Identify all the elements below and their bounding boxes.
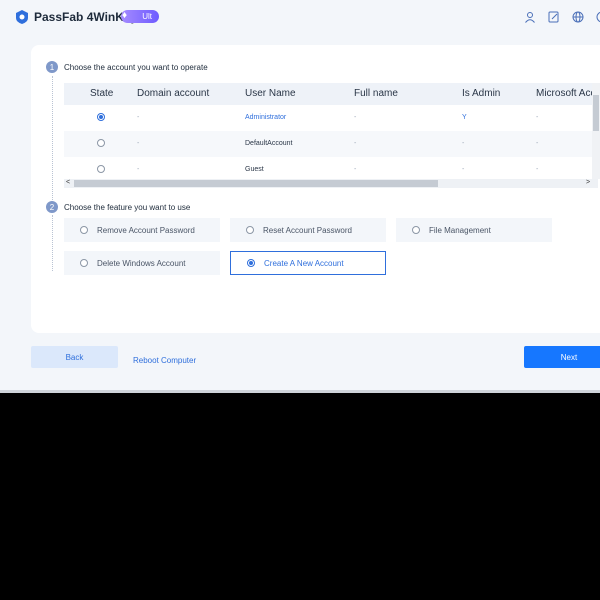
step-2-number: 2: [46, 201, 58, 213]
domain-cell: -: [137, 140, 140, 147]
user-name-cell: DefaultAccount: [245, 140, 293, 147]
back-button[interactable]: Back: [31, 346, 118, 368]
scroll-left-icon[interactable]: <: [66, 179, 70, 186]
vertical-scroll-thumb[interactable]: [593, 95, 599, 131]
next-button[interactable]: Next: [524, 346, 600, 368]
option-radio[interactable]: [246, 226, 254, 234]
domain-cell: -: [137, 166, 140, 173]
title-bar: PassFab 4WinKey Ult ♦: [0, 0, 600, 34]
account-radio[interactable]: [97, 139, 105, 147]
option-radio[interactable]: [80, 259, 88, 267]
option-label: Create A New Account: [264, 258, 344, 268]
option-label: Delete Windows Account: [97, 258, 186, 268]
column-header-domain[interactable]: Domain account: [137, 88, 209, 99]
horizontal-scroll-thumb[interactable]: [74, 180, 438, 187]
full-name-cell: -: [354, 166, 357, 173]
column-header-user-name[interactable]: User Name: [245, 88, 296, 99]
option-delete-windows-account[interactable]: Delete Windows Account: [64, 251, 220, 275]
step-connector: [52, 76, 53, 200]
option-radio[interactable]: [80, 226, 88, 234]
column-header-full-name[interactable]: Full name: [354, 88, 398, 99]
app-window: PassFab 4WinKey Ult ♦ 1 Choose the accou…: [0, 0, 600, 393]
edit-icon[interactable]: [546, 9, 562, 25]
table-row[interactable]: - DefaultAccount - - -: [64, 131, 600, 157]
horizontal-scrollbar[interactable]: < >: [64, 179, 598, 188]
option-reset-account-password[interactable]: Reset Account Password: [230, 218, 386, 242]
step-connector: [52, 215, 53, 271]
column-header-state[interactable]: State: [90, 88, 113, 99]
step-2-label: Choose the feature you want to use: [64, 203, 191, 212]
column-header-is-admin[interactable]: Is Admin: [462, 88, 500, 99]
microsoft-account-cell: -: [536, 166, 539, 173]
option-label: Remove Account Password: [97, 225, 195, 235]
info-icon[interactable]: [594, 9, 600, 25]
table-header: State Domain account User Name Full name…: [64, 83, 600, 105]
globe-icon[interactable]: [570, 9, 586, 25]
microsoft-account-cell: -: [536, 114, 539, 121]
step-1-label: Choose the account you want to operate: [64, 63, 208, 72]
option-file-management[interactable]: File Management: [396, 218, 552, 242]
option-remove-account-password[interactable]: Remove Account Password: [64, 218, 220, 242]
option-label: Reset Account Password: [263, 225, 352, 235]
table-row[interactable]: - Administrator - Y -: [64, 105, 600, 131]
step-1-number: 1: [46, 61, 58, 73]
microsoft-account-cell: -: [536, 140, 539, 147]
diamond-icon: ♦: [122, 10, 128, 21]
domain-cell: -: [137, 114, 140, 121]
user-name-cell: Administrator: [245, 114, 287, 121]
option-label: File Management: [429, 225, 491, 235]
user-icon[interactable]: [522, 9, 538, 25]
reboot-computer-link[interactable]: Reboot Computer: [133, 356, 196, 365]
full-name-cell: -: [354, 114, 357, 121]
is-admin-cell: -: [462, 140, 465, 147]
account-radio[interactable]: [97, 113, 105, 121]
is-admin-cell: -: [462, 166, 465, 173]
is-admin-cell: Y: [462, 114, 467, 121]
account-radio[interactable]: [97, 165, 105, 173]
scroll-right-icon[interactable]: >: [586, 179, 590, 186]
option-radio[interactable]: [247, 259, 255, 267]
option-radio[interactable]: [412, 226, 420, 234]
option-create-new-account[interactable]: Create A New Account: [230, 251, 386, 275]
vertical-scrollbar[interactable]: [592, 83, 600, 179]
account-table: State Domain account User Name Full name…: [64, 83, 600, 188]
app-logo-icon: [16, 10, 28, 24]
user-name-cell: Guest: [245, 166, 264, 173]
full-name-cell: -: [354, 140, 357, 147]
column-header-microsoft-account[interactable]: Microsoft Acc: [536, 88, 595, 99]
